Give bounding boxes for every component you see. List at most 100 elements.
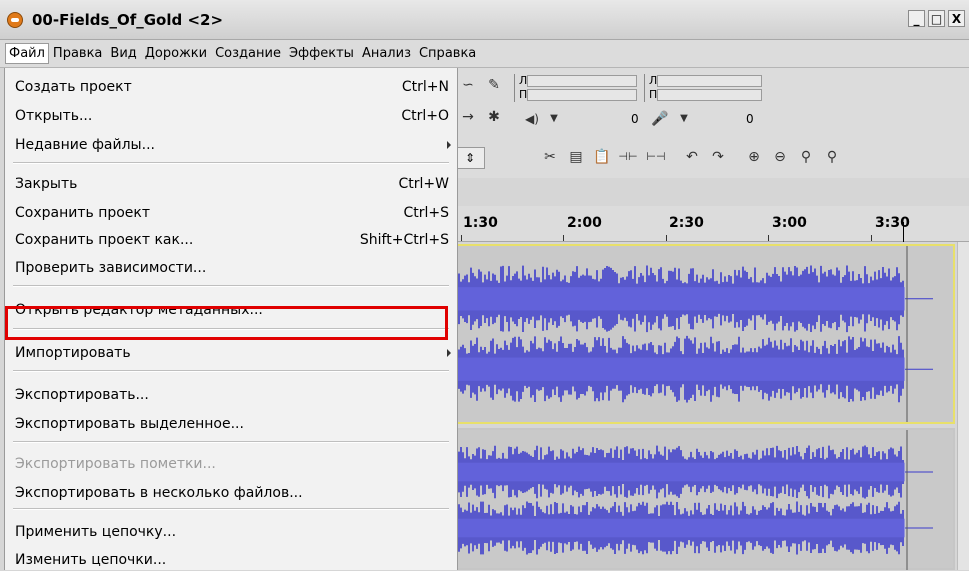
record-meter-left[interactable] <box>657 75 762 87</box>
rec-meter-right-label: П <box>644 88 657 102</box>
toolbar-area: ∽ ✎ → ✱ Л П Л П ◀) ▼ 0 🎤 ▼ 0 ✂ ▤ 📋 ⊣⊢ ⊢⊣… <box>455 68 969 178</box>
redo-icon[interactable]: ↷ <box>707 146 729 168</box>
menu-item-label: Недавние файлы... <box>15 137 155 153</box>
file-menu-item[interactable]: Применить цепочку... <box>13 521 451 543</box>
playback-meter-left[interactable] <box>527 75 637 87</box>
spin-control[interactable]: ⇕ <box>455 147 485 169</box>
menu-item-label: Применить цепочку... <box>15 524 177 540</box>
window-title: 00-Fields_Of_Gold <2> <box>32 11 224 29</box>
record-volume-dropdown[interactable]: ▼ <box>673 108 695 130</box>
submenu-arrow-icon <box>447 141 451 149</box>
trim-icon[interactable]: ⊣⊢ <box>617 146 639 168</box>
menu-separator <box>13 285 449 287</box>
waveform-rms-band <box>457 462 905 482</box>
menu-item-label: Проверить зависимости... <box>15 260 207 276</box>
ruler-label: 2:00 <box>567 215 602 231</box>
fit-selection-icon[interactable]: ⚲ <box>795 146 817 168</box>
file-menu-item[interactable]: Создать проект Ctrl+N <box>13 76 451 98</box>
menu-item-label: Изменить цепочки... <box>15 552 167 568</box>
menu-separator <box>13 162 449 164</box>
draw-tool-icon[interactable]: ✎ <box>483 74 505 96</box>
file-menu-item[interactable]: Экспортировать... <box>13 384 451 406</box>
undo-icon[interactable]: ↶ <box>681 146 703 168</box>
menu-item-label: Создать проект <box>15 79 132 95</box>
window-controls: _ □ X <box>908 10 965 27</box>
playback-meter-right[interactable] <box>527 89 637 101</box>
menu-separator <box>13 508 449 510</box>
menu-separator <box>13 370 449 372</box>
zoom-in-icon[interactable]: ⊕ <box>743 146 765 168</box>
menu-view[interactable]: Вид <box>106 43 140 64</box>
paste-icon[interactable]: 📋 <box>591 146 613 168</box>
close-button[interactable]: X <box>948 10 965 27</box>
silence-icon[interactable]: ⊢⊣ <box>645 146 667 168</box>
file-menu-item[interactable]: Импортировать <box>13 342 451 364</box>
menu-item-label: Закрыть <box>15 176 78 192</box>
cut-icon[interactable]: ✂ <box>539 146 561 168</box>
multi-tool-icon[interactable]: ✱ <box>483 106 505 128</box>
timeline-ruler[interactable]: 1:30 2:00 2:30 3:00 3:30 <box>455 206 969 242</box>
menu-analyze[interactable]: Анализ <box>358 43 415 64</box>
file-menu-item[interactable]: Недавние файлы... <box>13 134 451 156</box>
file-menu-item[interactable]: Сохранить проект Ctrl+S <box>13 202 451 224</box>
minimize-button[interactable]: _ <box>908 10 925 27</box>
file-menu-item[interactable]: Экспортировать выделенное... <box>13 413 451 435</box>
menu-item-shortcut: Ctrl+S <box>403 205 449 221</box>
ruler-label: 3:00 <box>772 215 807 231</box>
submenu-arrow-icon <box>447 349 451 357</box>
maximize-button[interactable]: □ <box>928 10 945 27</box>
rec-meter-left-label: Л <box>644 74 657 88</box>
file-menu-item[interactable]: Экспортировать в несколько файлов... <box>13 482 451 504</box>
vertical-scrollbar[interactable] <box>957 242 969 570</box>
menu-effects[interactable]: Эффекты <box>285 43 358 64</box>
audio-track-2[interactable] <box>455 428 955 570</box>
file-menu-item[interactable]: Сохранить проект как... Shift+Ctrl+S <box>13 229 451 251</box>
menu-item-label: Открыть... <box>15 108 93 124</box>
export-highlight-box <box>5 306 448 340</box>
waveform-rms-band <box>457 357 905 381</box>
menu-item-label: Сохранить проект <box>15 205 151 221</box>
menu-item-label: Экспортировать выделенное... <box>15 416 244 432</box>
zoom-out-icon[interactable]: ⊖ <box>769 146 791 168</box>
envelope-tool-icon[interactable]: ∽ <box>457 74 479 96</box>
ruler-label: 3:30 <box>875 215 910 231</box>
menu-item-shortcut: Ctrl+N <box>401 79 449 95</box>
menu-help[interactable]: Справка <box>415 43 480 64</box>
file-menu-item[interactable]: Изменить цепочки... <box>13 549 451 571</box>
audacity-app-icon <box>7 12 23 28</box>
copy-icon[interactable]: ▤ <box>565 146 587 168</box>
file-menu-item[interactable]: Открыть... Ctrl+O <box>13 105 451 127</box>
time-shift-icon[interactable]: → <box>457 106 479 128</box>
playback-volume-value: 0 <box>631 112 639 126</box>
playhead-marker <box>903 222 904 242</box>
menu-item-shortcut: Shift+Ctrl+S <box>359 232 449 248</box>
waveform-track-1 <box>457 246 933 422</box>
file-menu-item[interactable]: Проверить зависимости... <box>13 257 451 279</box>
waveform-track-2 <box>457 430 933 570</box>
menu-edit[interactable]: Правка <box>49 43 106 64</box>
ruler-label: 2:30 <box>669 215 704 231</box>
menu-item-label: Экспортировать в несколько файлов... <box>15 485 303 501</box>
fit-project-icon[interactable]: ⚲ <box>821 146 843 168</box>
menu-item-shortcut: Ctrl+W <box>398 176 449 192</box>
menu-bar: Файл Правка Вид Дорожки Создание Эффекты… <box>0 40 969 68</box>
file-menu-item: Экспортировать пометки... <box>13 453 451 475</box>
microphone-icon: 🎤 <box>651 111 669 127</box>
menu-separator <box>13 441 449 443</box>
menu-tracks[interactable]: Дорожки <box>141 43 211 64</box>
waveform-rms-band <box>457 518 905 538</box>
meter-left-label: Л <box>514 74 527 88</box>
menu-item-label: Экспортировать... <box>15 387 149 403</box>
menu-item-shortcut: Ctrl+O <box>401 108 449 124</box>
ruler-label: 1:30 <box>463 215 498 231</box>
playback-volume-dropdown[interactable]: ▼ <box>543 108 565 130</box>
file-menu-item[interactable]: Закрыть Ctrl+W <box>13 173 451 195</box>
waveform-rms-band <box>457 287 905 311</box>
menu-item-label: Сохранить проект как... <box>15 232 194 248</box>
menu-file[interactable]: Файл <box>5 43 49 64</box>
menu-item-label: Импортировать <box>15 345 131 361</box>
record-meter-right[interactable] <box>657 89 762 101</box>
menu-generate[interactable]: Создание <box>211 43 285 64</box>
audio-track-1[interactable] <box>455 244 955 424</box>
speaker-icon: ◀) <box>525 112 539 126</box>
